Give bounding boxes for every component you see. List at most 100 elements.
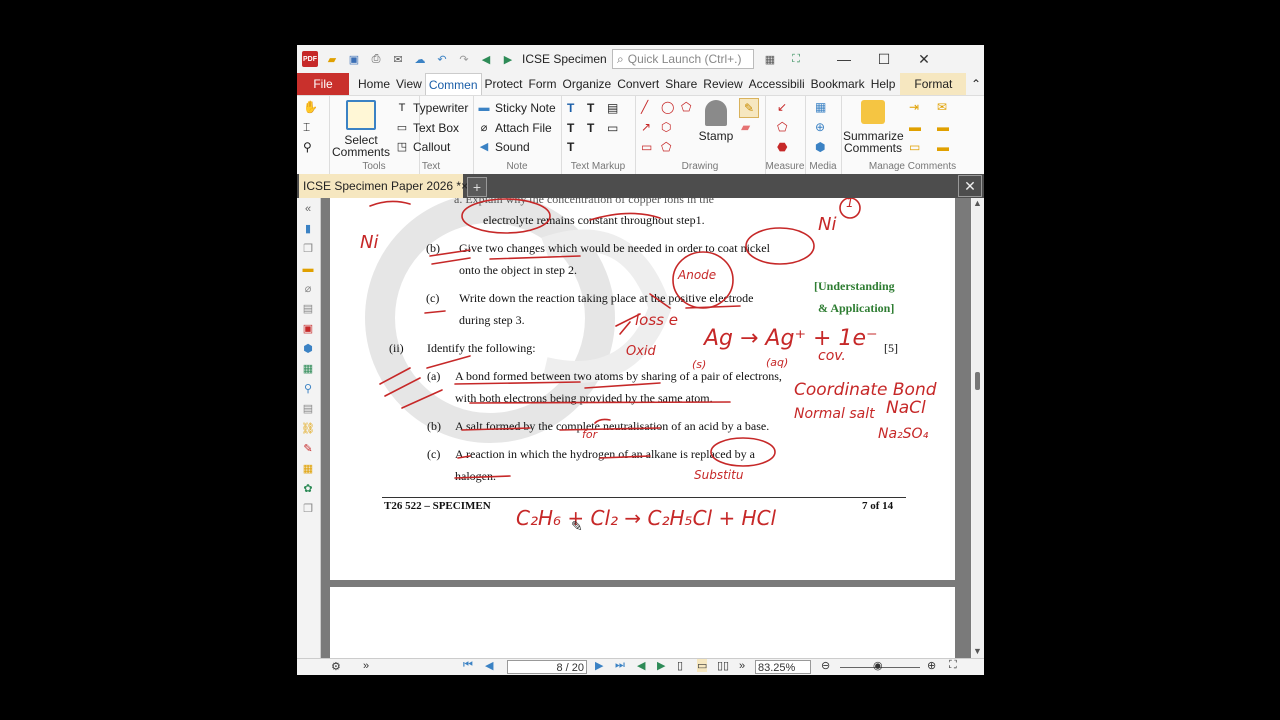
underline-icon[interactable]: T: [567, 121, 574, 135]
menu-form[interactable]: Form: [526, 73, 560, 95]
forward-icon[interactable]: ▶: [500, 51, 516, 67]
menu-organize[interactable]: Organize: [560, 73, 615, 95]
fields-panel-icon[interactable]: ▤: [301, 402, 315, 416]
bookmark-panel-icon[interactable]: ▮: [301, 222, 315, 236]
menu-comment[interactable]: Commen: [424, 73, 482, 95]
text-box-button[interactable]: ▭ Text Box: [395, 121, 459, 135]
collapse-sidebar-icon[interactable]: «: [301, 202, 315, 216]
video-icon[interactable]: ⬢: [815, 140, 825, 154]
callout-button[interactable]: ◳ Callout: [395, 140, 451, 154]
document-viewer[interactable]: a. Explain why the concentration of copp…: [321, 198, 971, 658]
menu-share[interactable]: Share: [662, 73, 700, 95]
attachments-panel-icon[interactable]: ⌀: [301, 282, 315, 296]
properties-panel-icon[interactable]: ❐: [301, 502, 315, 516]
attach-file-button[interactable]: ⌀ Attach File: [477, 121, 552, 135]
rectangle-icon[interactable]: ▭: [641, 140, 652, 154]
menu-file[interactable]: File: [297, 73, 349, 95]
stamp-button[interactable]: Stamp: [697, 100, 735, 142]
content-panel-icon[interactable]: ⬢: [301, 342, 315, 356]
zoom-out-icon[interactable]: ⊖: [821, 659, 830, 672]
popup-notes-icon[interactable]: ▭: [909, 140, 920, 154]
select-text-icon[interactable]: ⌶: [303, 120, 310, 135]
next-view-icon[interactable]: ▶: [657, 659, 665, 672]
layers-panel-icon[interactable]: ▤: [301, 302, 315, 316]
fullscreen-toggle-icon[interactable]: ⛶: [949, 659, 957, 672]
menu-review[interactable]: Review: [700, 73, 745, 95]
links-panel-icon[interactable]: ⛓: [301, 422, 315, 436]
single-page-icon[interactable]: ▯: [677, 659, 683, 672]
image-icon[interactable]: ▦: [815, 100, 826, 114]
import-comments-icon[interactable]: ⇥: [909, 100, 919, 114]
line-icon[interactable]: ╱: [641, 100, 648, 114]
destinations-panel-icon[interactable]: ✎: [301, 442, 315, 456]
scroll-down-icon[interactable]: ▼: [973, 646, 982, 656]
show-comments-icon[interactable]: ▬: [937, 120, 949, 134]
scroll-up-icon[interactable]: ▲: [973, 198, 982, 208]
cloud-shape-icon[interactable]: ⬡: [661, 120, 671, 134]
signature-panel-icon[interactable]: ▣: [301, 322, 315, 336]
facing-page-icon[interactable]: ▯▯: [717, 659, 729, 672]
menu-bookmark[interactable]: Bookmark: [808, 73, 868, 95]
menu-format[interactable]: Format: [900, 73, 967, 95]
distance-icon[interactable]: ↙: [777, 100, 787, 114]
ribbon-collapse-icon[interactable]: ⌃: [968, 73, 984, 95]
email-icon[interactable]: ✉: [390, 51, 406, 67]
fullscreen-icon[interactable]: ⛶: [788, 51, 804, 67]
menu-help[interactable]: Help: [868, 73, 899, 95]
zoom-slider-handle[interactable]: ◉: [873, 659, 883, 672]
flatten-icon[interactable]: ▬: [937, 140, 949, 154]
document-tab[interactable]: ICSE Specimen Paper 2026 * ×: [299, 174, 468, 198]
layout-icon[interactable]: ▦: [762, 51, 778, 67]
print-icon[interactable]: ⎙: [368, 51, 384, 67]
menu-accessibility[interactable]: Accessibili: [746, 73, 808, 95]
maximize-button[interactable]: ☐: [864, 51, 904, 68]
page-number-input[interactable]: 8 / 20: [507, 660, 587, 674]
strikeout-icon[interactable]: T: [587, 121, 594, 135]
tags-panel-icon[interactable]: ▦: [301, 362, 315, 376]
comments-panel-icon[interactable]: ▬: [301, 262, 315, 276]
eraser-icon[interactable]: ▰: [741, 120, 750, 134]
caret-icon[interactable]: T: [567, 140, 574, 154]
open-folder-icon[interactable]: ▰: [324, 51, 340, 67]
arrow-icon[interactable]: ↗: [641, 120, 651, 134]
order-panel-icon[interactable]: ▦: [301, 462, 315, 476]
cloud-icon[interactable]: ☁: [412, 51, 428, 67]
back-icon[interactable]: ◀: [478, 51, 494, 67]
oval-icon[interactable]: ◯: [661, 100, 674, 114]
close-button[interactable]: ✕: [904, 51, 944, 68]
menu-convert[interactable]: Convert: [614, 73, 662, 95]
save-icon[interactable]: ▣: [346, 51, 362, 67]
replace-text-icon[interactable]: ▤: [607, 101, 618, 115]
prev-page-icon[interactable]: ◀: [485, 659, 493, 672]
undo-icon[interactable]: ↶: [434, 51, 450, 67]
menu-home[interactable]: Home: [355, 73, 393, 95]
sound-button[interactable]: ◀ Sound: [477, 140, 530, 154]
select-comments-button[interactable]: Select Comments: [331, 100, 391, 158]
pages-panel-icon[interactable]: ❐: [301, 242, 315, 256]
continuous-page-icon[interactable]: ▭: [697, 659, 708, 672]
new-tab-button[interactable]: +: [467, 177, 487, 197]
redo-icon[interactable]: ↷: [456, 51, 472, 67]
highlight-icon[interactable]: T: [567, 101, 574, 115]
polyline-icon[interactable]: ⬠: [661, 140, 671, 154]
insert-text-icon[interactable]: ▭: [607, 121, 618, 135]
history-panel-icon[interactable]: ✿: [301, 482, 315, 496]
quick-launch-search[interactable]: ⌕ Quick Launch (Ctrl+.): [612, 49, 754, 69]
menu-view[interactable]: View: [393, 73, 425, 95]
more-views-icon[interactable]: »: [739, 660, 745, 672]
export-comments-icon[interactable]: ✉: [937, 100, 947, 114]
area-icon[interactable]: ⬣: [777, 140, 787, 154]
zoom-in-icon[interactable]: ⊕: [927, 659, 936, 672]
hand-tool-icon[interactable]: ✋: [303, 100, 318, 114]
link-icon[interactable]: ⊕: [815, 120, 825, 134]
zoom-tool-icon[interactable]: ⚲: [303, 140, 312, 154]
summarize-comments-button[interactable]: Summarize Comments: [843, 100, 904, 154]
zoom-select[interactable]: 83.25%: [755, 660, 811, 674]
minimize-button[interactable]: —: [824, 51, 864, 67]
vertical-scrollbar[interactable]: ▲ ▼: [972, 198, 984, 658]
squiggly-icon[interactable]: T: [587, 101, 594, 115]
sticky-note-button[interactable]: ▬ Sticky Note: [477, 101, 556, 115]
menu-protect[interactable]: Protect: [482, 73, 526, 95]
close-document-button[interactable]: ✕: [958, 175, 982, 197]
settings-icon[interactable]: ⚙: [331, 660, 341, 673]
